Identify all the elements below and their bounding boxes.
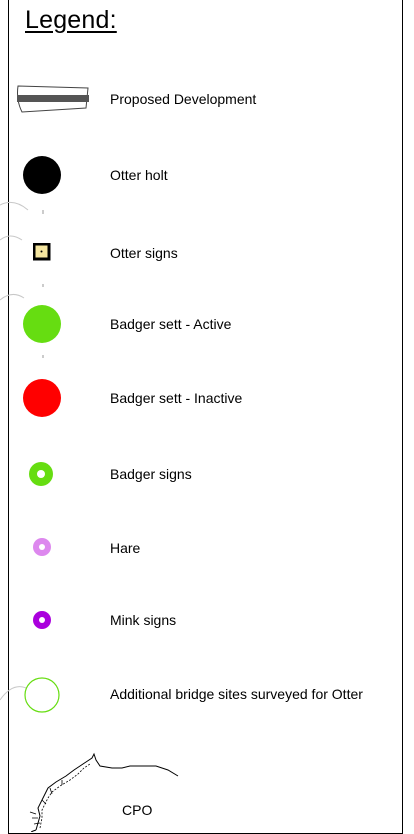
otter-signs-icon	[33, 243, 51, 261]
legend-label-mink-signs: Mink signs	[110, 612, 177, 628]
badger-signs-icon	[29, 462, 53, 486]
otter-holt-icon	[23, 156, 61, 194]
legend-label-proposed-development: Proposed Development	[110, 91, 257, 107]
badger-sett-active-icon	[23, 305, 61, 343]
legend-panel	[8, 0, 403, 834]
cpo-boundary-icon	[29, 752, 179, 832]
legend-label-hare: Hare	[110, 540, 141, 556]
legend-title: Legend:	[25, 6, 117, 34]
legend-label-bridge-sites: Additional bridge sites surveyed for Ott…	[110, 686, 363, 702]
legend-label-badger-signs: Badger signs	[110, 466, 192, 482]
badger-sett-inactive-icon	[23, 379, 61, 417]
mink-signs-icon	[33, 611, 51, 629]
hare-icon	[33, 538, 51, 556]
bridge-site-icon	[24, 677, 60, 713]
legend-label-otter-holt: Otter holt	[110, 167, 168, 183]
legend-label-cpo: CPO	[122, 802, 153, 818]
proposed-development-icon	[17, 85, 89, 113]
legend-label-badger-sett-active: Badger sett - Active	[110, 316, 232, 332]
legend-label-otter-signs: Otter signs	[110, 245, 178, 261]
legend-label-badger-sett-inactive: Badger sett - Inactive	[110, 390, 243, 406]
